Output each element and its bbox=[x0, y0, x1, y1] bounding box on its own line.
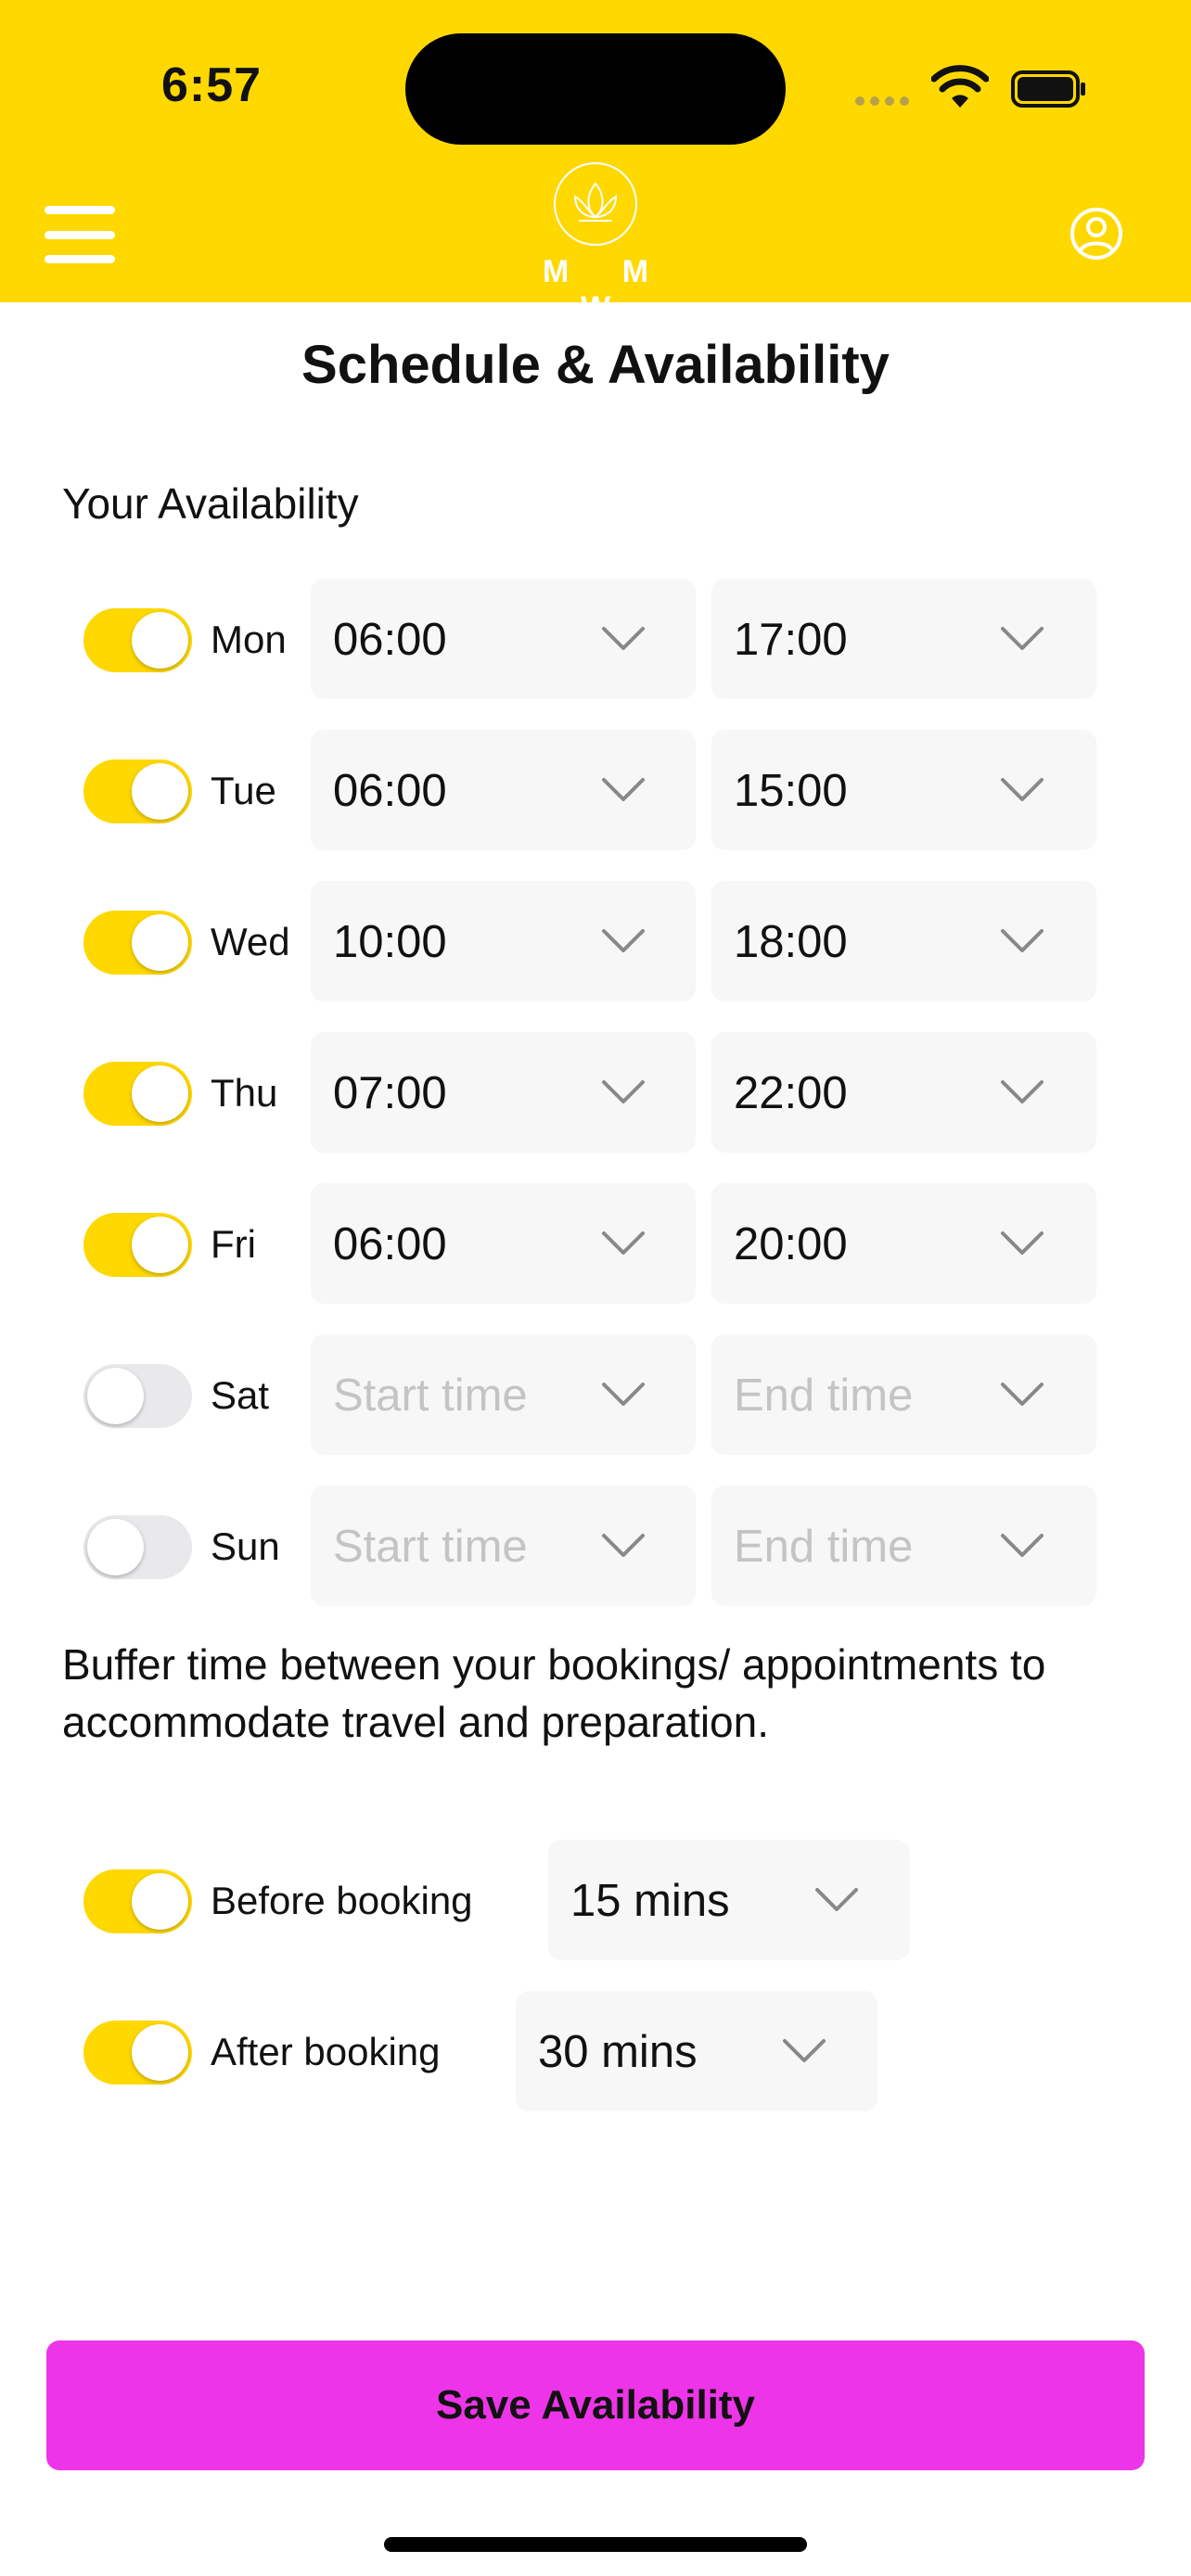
day-row-sat: Sat Start time End time bbox=[0, 1334, 1191, 1455]
before-booking-label: Before booking bbox=[211, 1879, 473, 1922]
chevron-down-icon bbox=[1001, 1231, 1044, 1255]
day-row-sun: Sun Start time End time bbox=[0, 1486, 1191, 1606]
chevron-down-icon bbox=[602, 627, 645, 650]
home-indicator bbox=[384, 2537, 807, 2552]
wifi-icon bbox=[931, 65, 989, 108]
user-profile-icon bbox=[1070, 208, 1122, 260]
end-time-value: 20:00 bbox=[734, 1219, 848, 1269]
end-time-value: 17:00 bbox=[734, 615, 848, 665]
app-logo: M M W bbox=[519, 159, 672, 325]
start-time-placeholder: Start time bbox=[333, 1522, 528, 1572]
end-time-placeholder: End time bbox=[734, 1522, 914, 1572]
chevron-down-icon bbox=[1001, 1534, 1044, 1557]
chevron-down-icon bbox=[602, 1383, 645, 1406]
chevron-down-icon bbox=[1001, 778, 1044, 801]
profile-button[interactable] bbox=[1069, 206, 1124, 261]
chevron-down-icon bbox=[602, 1534, 645, 1557]
start-time-value: 06:00 bbox=[333, 1219, 447, 1269]
chevron-down-icon bbox=[1001, 627, 1044, 650]
before-booking-value: 15 mins bbox=[570, 1876, 730, 1926]
end-time-value: 15:00 bbox=[734, 766, 848, 816]
menu-button[interactable] bbox=[45, 206, 115, 263]
start-time-value: 06:00 bbox=[333, 766, 447, 816]
after-booking-value: 30 mins bbox=[538, 2027, 698, 2077]
battery-icon bbox=[1011, 70, 1085, 108]
end-time-select-thu[interactable]: 22:00 bbox=[711, 1032, 1096, 1153]
status-time: 6:57 bbox=[161, 58, 263, 112]
toggle-fri[interactable] bbox=[83, 1213, 192, 1277]
day-row-thu: Thu 07:00 22:00 bbox=[0, 1032, 1191, 1153]
save-button-label: Save Availability bbox=[435, 2382, 756, 2428]
buffer-after-row: After booking 30 mins bbox=[0, 1991, 1191, 2111]
day-label: Thu bbox=[211, 1071, 278, 1115]
availability-section-title: Your Availability bbox=[62, 479, 359, 528]
start-time-placeholder: Start time bbox=[333, 1371, 528, 1421]
after-booking-label: After booking bbox=[211, 2030, 441, 2073]
day-label: Mon bbox=[211, 618, 287, 661]
chevron-down-icon bbox=[602, 1080, 645, 1103]
chevron-down-icon bbox=[602, 778, 645, 801]
toggle-tue[interactable] bbox=[83, 759, 192, 823]
chevron-down-icon bbox=[602, 1231, 645, 1255]
toggle-wed[interactable] bbox=[83, 911, 192, 975]
page-title: Schedule & Availability bbox=[301, 335, 890, 395]
toggle-mon[interactable] bbox=[83, 608, 192, 672]
start-time-select-mon[interactable]: 06:00 bbox=[311, 579, 696, 699]
start-time-select-sun[interactable]: Start time bbox=[311, 1486, 696, 1606]
day-label: Fri bbox=[211, 1222, 256, 1266]
toggle-before-booking[interactable] bbox=[83, 1869, 192, 1933]
lotus-icon bbox=[554, 162, 637, 246]
end-time-value: 22:00 bbox=[734, 1068, 848, 1118]
dynamic-island bbox=[405, 33, 786, 145]
start-time-value: 10:00 bbox=[333, 917, 447, 967]
chevron-down-icon bbox=[1001, 1383, 1044, 1406]
chevron-down-icon bbox=[815, 1888, 858, 1911]
day-row-fri: Fri 06:00 20:00 bbox=[0, 1183, 1191, 1304]
buffer-description: Buffer time between your bookings/ appoi… bbox=[62, 1640, 1046, 1746]
end-time-select-tue[interactable]: 15:00 bbox=[711, 730, 1096, 850]
end-time-select-fri[interactable]: 20:00 bbox=[711, 1183, 1096, 1304]
chevron-down-icon bbox=[602, 929, 645, 952]
day-row-tue: Tue 06:00 15:00 bbox=[0, 730, 1191, 850]
toggle-sat[interactable] bbox=[83, 1364, 192, 1428]
end-time-select-wed[interactable]: 18:00 bbox=[711, 881, 1096, 1001]
end-time-select-sat[interactable]: End time bbox=[711, 1334, 1096, 1455]
save-availability-button[interactable]: Save Availability bbox=[46, 2340, 1145, 2470]
day-label: Tue bbox=[211, 769, 276, 812]
start-time-select-fri[interactable]: 06:00 bbox=[311, 1183, 696, 1304]
toggle-thu[interactable] bbox=[83, 1062, 192, 1126]
end-time-select-mon[interactable]: 17:00 bbox=[711, 579, 1096, 699]
end-time-select-sun[interactable]: End time bbox=[711, 1486, 1096, 1606]
start-time-select-tue[interactable]: 06:00 bbox=[311, 730, 696, 850]
end-time-value: 18:00 bbox=[734, 917, 848, 967]
start-time-value: 07:00 bbox=[333, 1068, 447, 1118]
start-time-select-wed[interactable]: 10:00 bbox=[311, 881, 696, 1001]
logo-text: M M W bbox=[542, 254, 672, 325]
toggle-after-booking[interactable] bbox=[83, 2021, 192, 2085]
start-time-select-sat[interactable]: Start time bbox=[311, 1334, 696, 1455]
day-row-mon: Mon 06:00 17:00 bbox=[0, 579, 1191, 699]
after-booking-select[interactable]: 30 mins bbox=[516, 1991, 877, 2111]
signal-dots-icon bbox=[855, 96, 909, 106]
start-time-select-thu[interactable]: 07:00 bbox=[311, 1032, 696, 1153]
end-time-placeholder: End time bbox=[734, 1371, 914, 1421]
chevron-down-icon bbox=[783, 2039, 826, 2062]
chevron-down-icon bbox=[1001, 1080, 1044, 1103]
day-label: Sun bbox=[211, 1524, 280, 1568]
app-header: 6:57 M M W bbox=[0, 0, 1191, 325]
day-label: Sat bbox=[211, 1373, 270, 1417]
start-time-value: 06:00 bbox=[333, 615, 447, 665]
day-label: Wed bbox=[211, 920, 290, 963]
before-booking-select[interactable]: 15 mins bbox=[548, 1840, 910, 1960]
buffer-before-row: Before booking 15 mins bbox=[0, 1840, 1191, 1960]
toggle-sun[interactable] bbox=[83, 1515, 192, 1579]
chevron-down-icon bbox=[1001, 929, 1044, 952]
day-row-wed: Wed 10:00 18:00 bbox=[0, 881, 1191, 1001]
